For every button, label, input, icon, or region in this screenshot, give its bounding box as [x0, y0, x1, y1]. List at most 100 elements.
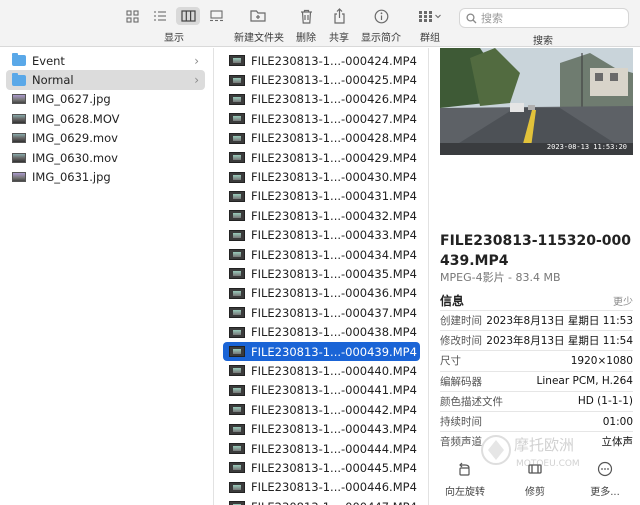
get-info-button[interactable]: 显示简介	[361, 6, 401, 44]
info-table: 创建时间 2023年8月13日 星期日 11:53 修改时间 2023年8月13日 星…	[440, 310, 633, 451]
info-key: 创建时间	[440, 315, 482, 328]
list-item-event[interactable]: Event ›	[6, 51, 205, 70]
file-list-item[interactable]: FILE230813-1...-000432.MP4	[223, 206, 420, 225]
video-thumbnail-icon	[229, 346, 245, 358]
file-list-item[interactable]: FILE230813-1...-000426.MP4	[223, 90, 420, 109]
video-thumbnail-icon	[229, 190, 245, 202]
group-button[interactable]: 群组	[418, 6, 442, 44]
file-list-item[interactable]: FILE230813-1...-000427.MP4	[223, 109, 420, 128]
file-list-item[interactable]: FILE230813-1...-000445.MP4	[223, 458, 420, 477]
new-folder-button[interactable]: 新建文件夹	[234, 6, 284, 44]
search-label: 搜索	[533, 36, 553, 47]
file-list-item[interactable]: FILE230813-1...-000439.MP4	[223, 341, 420, 362]
video-thumbnail-icon	[229, 326, 245, 338]
view-label: 显示	[164, 33, 184, 44]
file-list-item[interactable]: FILE230813-1...-000440.MP4	[223, 361, 420, 380]
file-list-item[interactable]: FILE230813-1...-000431.MP4	[223, 187, 420, 206]
photo-thumbnail-icon	[12, 94, 26, 105]
delete-button[interactable]: 删除	[296, 6, 316, 44]
column-view-button[interactable]	[176, 7, 200, 25]
file-list-item[interactable]: FILE230813-1...-000438.MP4	[223, 322, 420, 341]
toolbar: 显示 新建文件夹 删除 共享 显示简介 群组 搜索	[0, 0, 640, 47]
video-thumbnail-icon	[229, 171, 245, 183]
parent-folder-column[interactable]: Event › Normal › IMG_0627.jpg IMG_0628.M…	[0, 48, 214, 505]
rotate-left-icon	[459, 462, 470, 476]
info-key: 音频声道	[440, 436, 482, 449]
video-timestamp-overlay: 2023-08-13 11:53:20	[546, 143, 627, 151]
show-less-link[interactable]: 更少	[613, 293, 633, 308]
info-icon	[374, 9, 388, 23]
list-item[interactable]: IMG_0630.mov	[6, 148, 205, 167]
list-view-button[interactable]	[148, 7, 172, 25]
share-icon	[333, 8, 345, 24]
file-name: FILE230813-1...-000439.MP4	[251, 344, 417, 359]
file-list-item[interactable]: FILE230813-1...-000434.MP4	[223, 245, 420, 264]
file-list-item[interactable]: FILE230813-1...-000429.MP4	[223, 148, 420, 167]
file-name: FILE230813-1...-000436.MP4	[251, 286, 417, 301]
file-list-item[interactable]: FILE230813-1...-000447.MP4	[223, 497, 420, 505]
list-icon	[154, 11, 166, 21]
trash-icon	[300, 9, 312, 24]
list-item[interactable]: IMG_0629.mov	[6, 129, 205, 148]
share-button[interactable]: 共享	[329, 6, 349, 44]
trim-button[interactable]: 修剪	[505, 460, 565, 498]
video-thumbnail-icon	[229, 268, 245, 280]
file-list-item[interactable]: FILE230813-1...-000441.MP4	[223, 381, 420, 400]
file-list-item[interactable]: FILE230813-1...-000437.MP4	[223, 303, 420, 322]
gallery-icon	[209, 10, 223, 22]
video-thumbnail-icon	[12, 113, 26, 124]
info-value: 2023年8月13日 星期日 11:53	[486, 315, 633, 328]
file-list-item[interactable]: FILE230813-1...-000444.MP4	[223, 439, 420, 458]
list-item-normal[interactable]: Normal ›	[6, 70, 205, 90]
file-list-item[interactable]: FILE230813-1...-000446.MP4	[223, 478, 420, 497]
file-list-item[interactable]: FILE230813-1...-000435.MP4	[223, 264, 420, 283]
info-row: 音频声道 立体声	[440, 431, 633, 451]
video-thumbnail-icon	[229, 113, 245, 125]
gallery-view-button[interactable]	[204, 7, 228, 25]
folder-icon	[12, 53, 26, 67]
file-name: FILE230813-1...-000429.MP4	[251, 150, 417, 165]
search-icon	[466, 12, 477, 23]
file-list-item[interactable]: FILE230813-1...-000433.MP4	[223, 226, 420, 245]
list-item[interactable]: IMG_0631.jpg	[6, 167, 205, 186]
list-item[interactable]: IMG_0628.MOV	[6, 109, 205, 128]
file-list-item[interactable]: FILE230813-1...-000428.MP4	[223, 129, 420, 148]
file-list-item[interactable]: FILE230813-1...-000436.MP4	[223, 284, 420, 303]
video-thumbnail-icon	[229, 210, 245, 222]
info-value: 2023年8月13日 星期日 11:54	[486, 335, 633, 348]
info-key: 尺寸	[440, 355, 461, 368]
search-field[interactable]	[459, 8, 629, 28]
chevron-right-icon: ›	[194, 53, 199, 68]
file-list-item[interactable]: FILE230813-1...-000443.MP4	[223, 419, 420, 438]
search-input[interactable]	[481, 11, 621, 25]
road-scene-thumbnail	[440, 48, 633, 155]
trim-icon	[528, 464, 542, 474]
info-row: 尺寸 1920×1080	[440, 350, 633, 370]
file-name: FILE230813-1...-000443.MP4	[251, 422, 417, 437]
file-name: FILE230813-1...-000434.MP4	[251, 247, 417, 262]
chevron-right-icon: ›	[194, 73, 199, 88]
info-heading: 信息	[440, 294, 465, 308]
info-row: 持续时间 01:00	[440, 410, 633, 431]
file-list-column[interactable]: FILE230813-1...-000424.MP4 FILE230813-1..…	[215, 48, 429, 505]
more-actions-button[interactable]: 更多...	[575, 460, 635, 498]
video-thumbnail-icon	[229, 132, 245, 144]
preview-pane: 2023-08-13 11:53:20 FILE230813-115320-00…	[430, 48, 640, 505]
video-thumbnail-icon	[229, 365, 245, 377]
file-kind-size: MPEG-4影片 - 83.4 MB	[440, 271, 561, 284]
video-thumbnail-icon	[229, 229, 245, 241]
file-name: FILE230813-1...-000433.MP4	[251, 228, 417, 243]
video-preview[interactable]: 2023-08-13 11:53:20	[440, 48, 633, 155]
file-name: FILE230813-1...-000446.MP4	[251, 480, 417, 495]
icon-view-button[interactable]	[120, 7, 144, 25]
list-item[interactable]: IMG_0627.jpg	[6, 90, 205, 109]
file-list-item[interactable]: FILE230813-1...-000430.MP4	[223, 167, 420, 186]
file-list-item[interactable]: FILE230813-1...-000424.MP4	[223, 51, 420, 70]
quick-actions-bar: 向左旋转 修剪 更多...	[430, 454, 640, 505]
file-name-title: FILE230813-115320-000439.MP4	[440, 233, 631, 269]
file-list-item[interactable]: FILE230813-1...-000442.MP4	[223, 400, 420, 419]
video-thumbnail-icon	[229, 152, 245, 164]
file-name: FILE230813-1...-000447.MP4	[251, 500, 417, 505]
rotate-left-button[interactable]: 向左旋转	[435, 460, 495, 498]
file-list-item[interactable]: FILE230813-1...-000425.MP4	[223, 70, 420, 89]
